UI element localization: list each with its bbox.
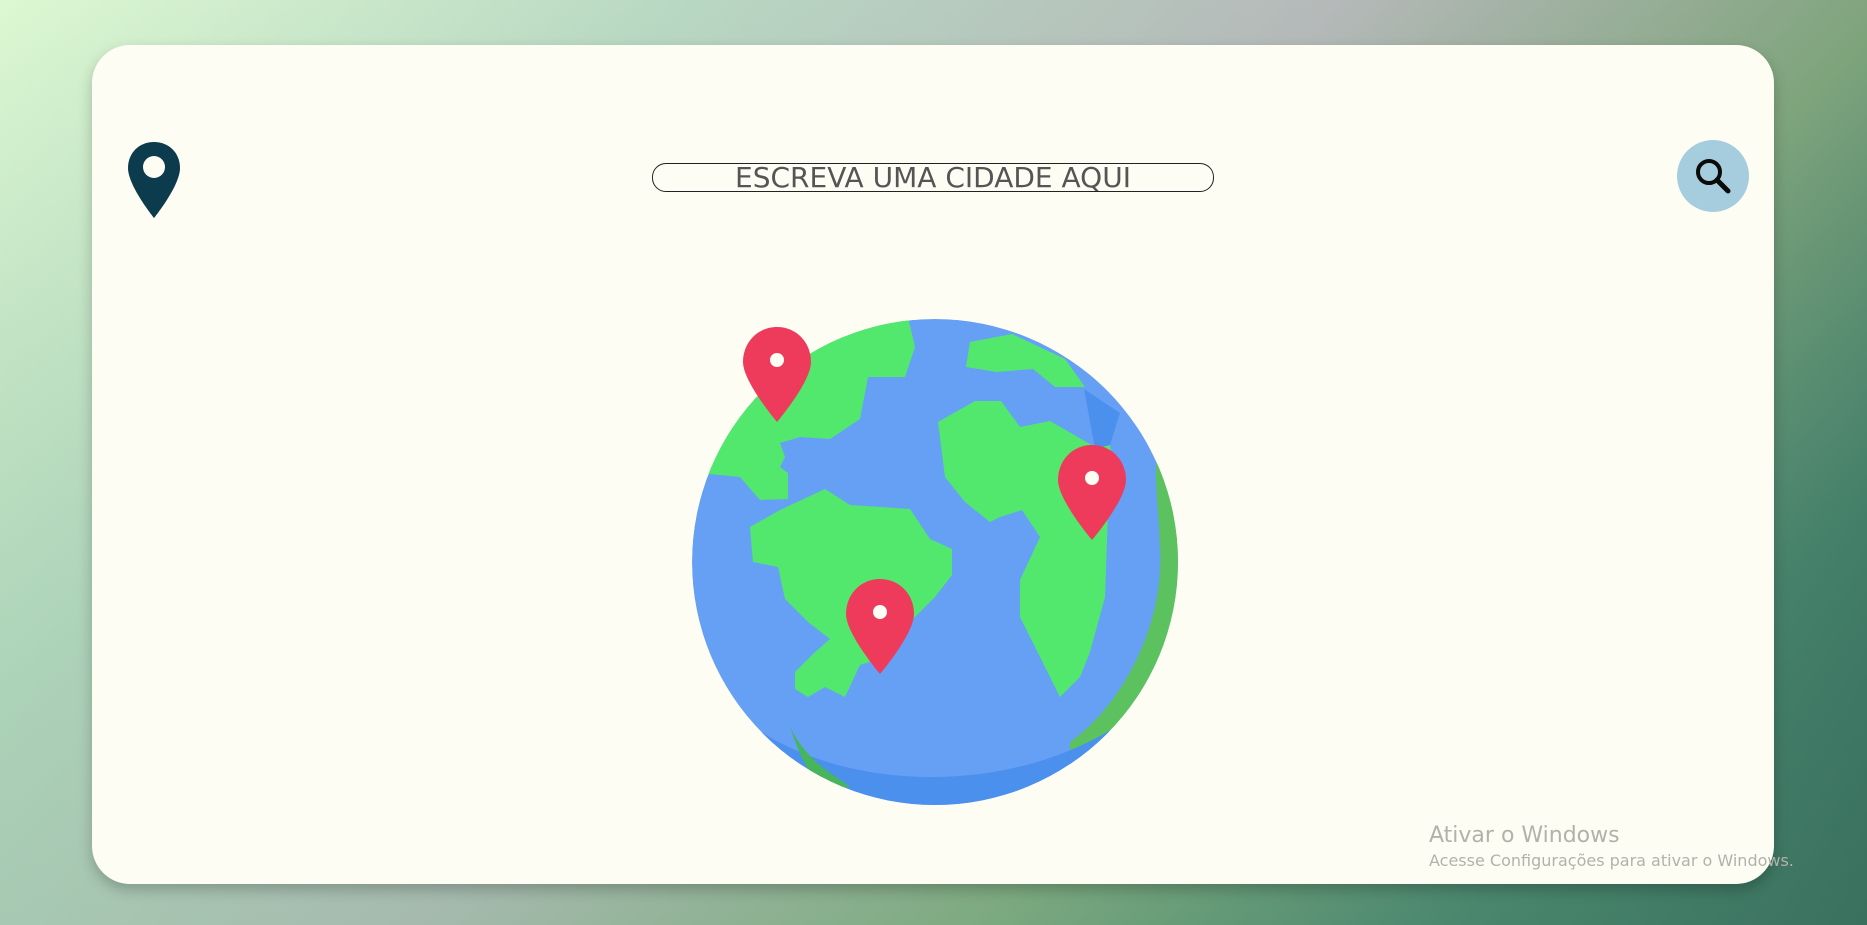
search-icon — [1696, 159, 1731, 194]
globe-illustration — [690, 317, 1180, 807]
main-card — [92, 45, 1774, 884]
map-pin-icon — [126, 140, 182, 220]
search-button[interactable] — [1677, 140, 1749, 212]
search-input[interactable] — [652, 163, 1214, 192]
